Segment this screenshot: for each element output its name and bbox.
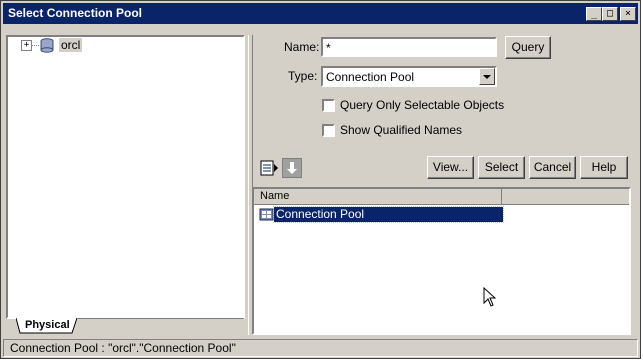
- query-button[interactable]: Query: [505, 36, 551, 59]
- column-header-empty: [502, 189, 629, 205]
- properties-icon: [260, 160, 278, 176]
- connection-pool-icon: [259, 208, 274, 221]
- help-button[interactable]: Help: [580, 156, 628, 179]
- type-select-value: Connection Pool: [326, 70, 415, 84]
- title-bar[interactable]: Select Connection Pool _ □ ×: [3, 3, 638, 24]
- column-header-label: Name: [260, 190, 290, 202]
- status-text: Connection Pool : "orcl"."Connection Poo…: [10, 341, 236, 355]
- minimize-button[interactable]: _: [586, 7, 602, 21]
- cancel-button[interactable]: Cancel: [529, 156, 576, 179]
- column-header-name[interactable]: Name: [254, 189, 502, 205]
- type-label: Type:: [288, 69, 318, 83]
- query-selectable-label[interactable]: Query Only Selectable Objects: [340, 98, 504, 112]
- chevron-down-icon: [483, 75, 491, 79]
- name-input-value: *: [326, 41, 331, 55]
- close-icon: ×: [624, 8, 632, 19]
- tree-panel[interactable]: + orcl: [6, 35, 245, 319]
- select-button[interactable]: Select: [478, 156, 525, 179]
- database-icon: [40, 38, 54, 53]
- list-item[interactable]: Connection Pool: [259, 206, 504, 223]
- move-down-button[interactable]: [282, 158, 302, 178]
- show-qualified-checkbox[interactable]: [322, 124, 335, 137]
- tree-connector: [31, 45, 39, 46]
- tab-strip-line: [77, 318, 244, 319]
- window-title: Select Connection Pool: [8, 6, 143, 20]
- arrow-down-icon: [287, 162, 297, 174]
- query-selectable-checkbox[interactable]: [322, 99, 335, 112]
- maximize-button[interactable]: □: [602, 7, 618, 21]
- name-label: Name:: [284, 40, 320, 54]
- type-dropdown-button[interactable]: [479, 68, 495, 85]
- tab-physical-label: Physical: [25, 319, 70, 331]
- minimize-icon: _: [590, 8, 598, 19]
- select-connection-pool-dialog: Select Connection Pool _ □ × + orcl Phys…: [0, 0, 641, 359]
- name-input[interactable]: *: [321, 37, 497, 57]
- list-item-label: Connection Pool: [273, 206, 504, 223]
- close-button[interactable]: ×: [620, 7, 636, 21]
- maximize-icon: □: [606, 8, 614, 19]
- mouse-cursor-icon: [483, 287, 497, 307]
- properties-button[interactable]: [259, 158, 279, 178]
- view-button[interactable]: View...: [427, 156, 474, 179]
- show-qualified-label[interactable]: Show Qualified Names: [340, 123, 462, 137]
- tree-node-orcl[interactable]: orcl: [59, 38, 83, 52]
- results-list[interactable]: Name Connection Pool: [252, 187, 631, 335]
- status-bar: Connection Pool : "orcl"."Connection Poo…: [3, 339, 638, 357]
- tab-physical[interactable]: Physical: [16, 318, 78, 335]
- type-select[interactable]: Connection Pool: [321, 66, 497, 87]
